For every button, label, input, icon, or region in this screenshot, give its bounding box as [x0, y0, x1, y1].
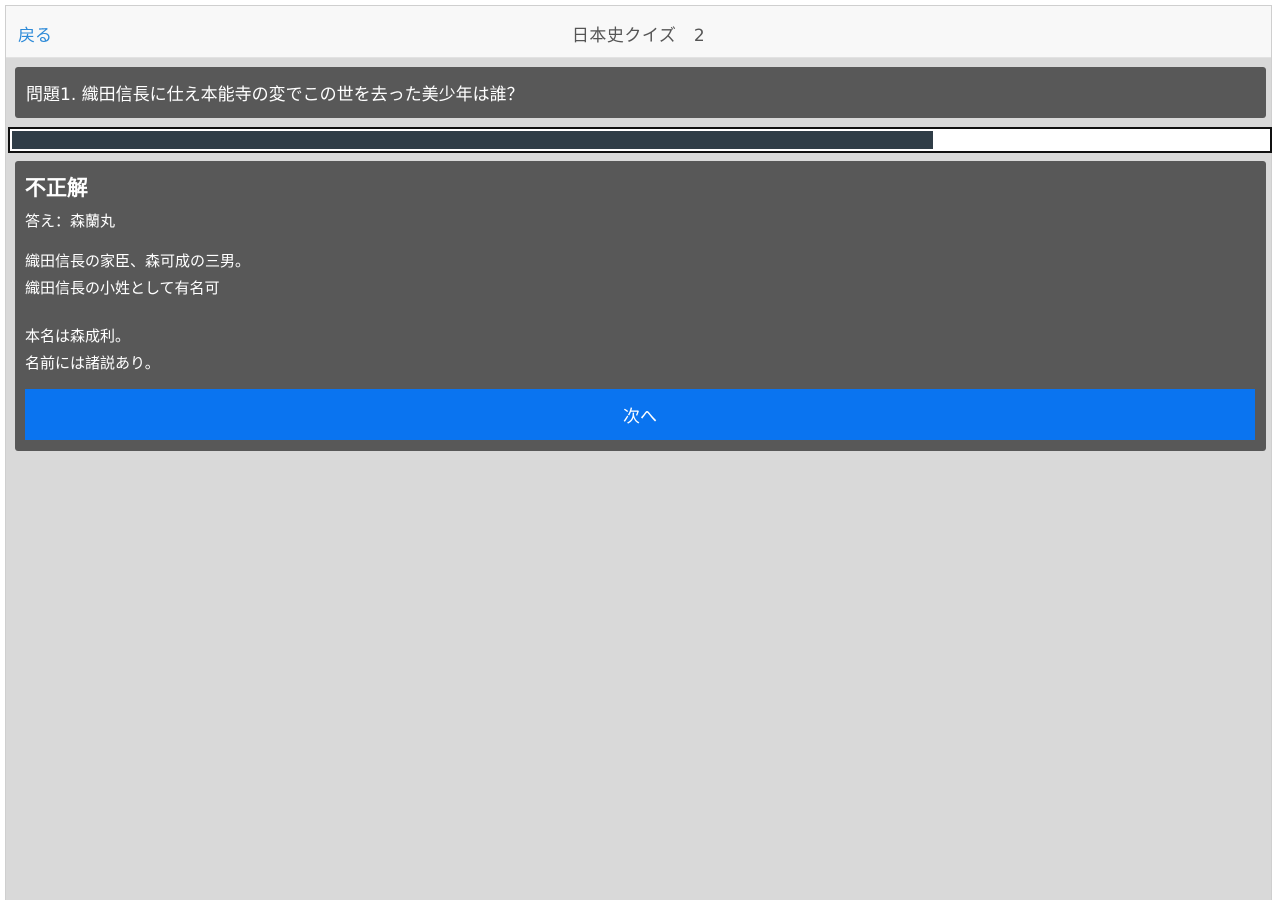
result-card: 不正解 答え：森蘭丸 織田信長の家臣、森可成の三男。 織田信長の小姓として有名可… — [15, 161, 1266, 451]
page-title: 日本史クイズ 2 — [571, 26, 706, 46]
explanation-line: 織田信長の家臣、森可成の三男。 — [25, 252, 251, 270]
explanation-line: 本名は森成利。 — [25, 327, 131, 345]
question-box: 問題1. 織田信長に仕え本能寺の変でこの世を去った美少年は誰？ — [15, 67, 1266, 118]
app-frame: 戻る 日本史クイズ 2 問題1. 織田信長に仕え本能寺の変でこの世を去った美少年… — [5, 5, 1272, 900]
explanation-line: 名前には諸説あり。 — [25, 354, 160, 372]
explanation-paragraph: 本名は森成利。 名前には諸説あり。 — [25, 323, 1256, 377]
result-heading: 不正解 — [25, 176, 88, 200]
question-text: 問題1. 織田信長に仕え本能寺の変でこの世を去った美少年は誰？ — [26, 85, 524, 105]
progress-bar — [8, 127, 1272, 153]
progress-fill — [12, 131, 933, 149]
navbar: 戻る 日本史クイズ 2 — [6, 6, 1271, 58]
explanation-paragraph: 織田信長の家臣、森可成の三男。 織田信長の小姓として有名可 — [25, 248, 1256, 302]
answer-text: 答え：森蘭丸 — [25, 212, 116, 230]
explanation-line: 織田信長の小姓として有名可 — [25, 279, 220, 297]
next-button[interactable]: 次へ — [25, 389, 1255, 440]
explanation: 織田信長の家臣、森可成の三男。 織田信長の小姓として有名可 本名は森成利。 名前… — [25, 248, 1256, 377]
